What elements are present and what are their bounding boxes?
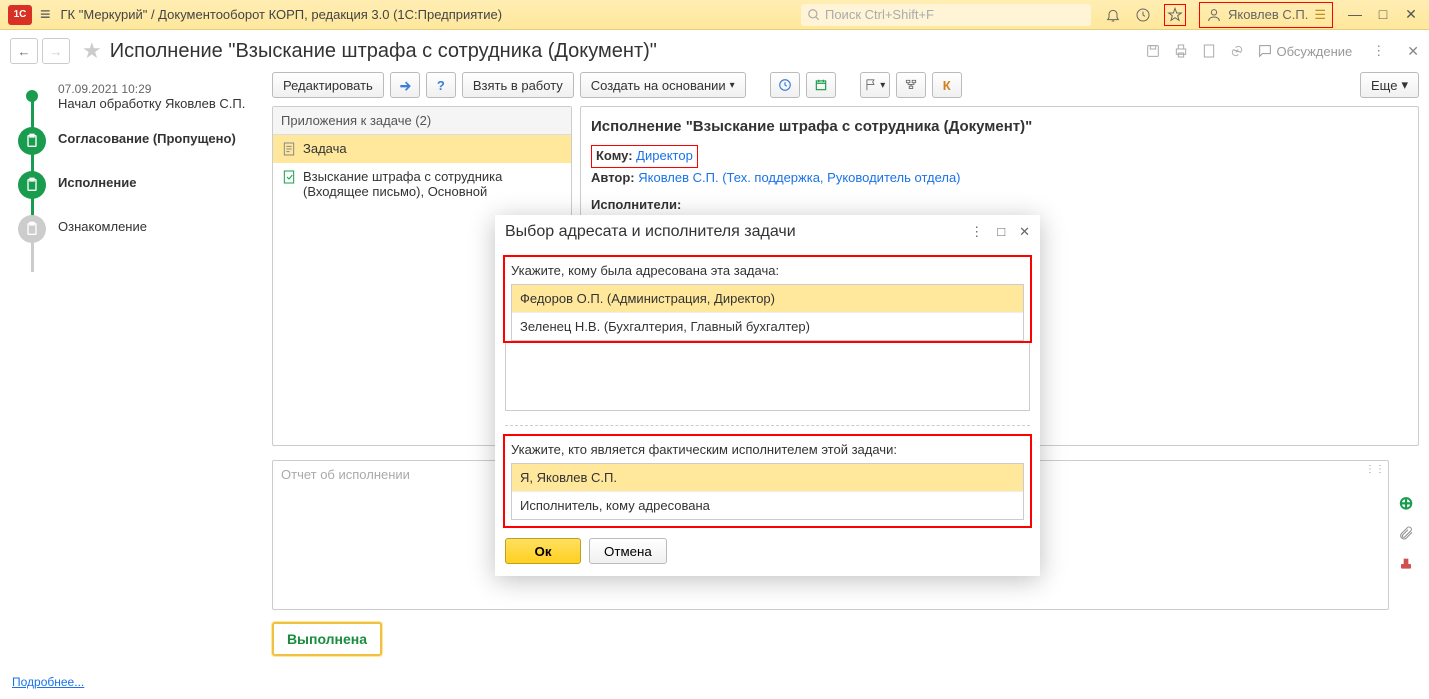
user-area[interactable]: Яковлев С.П. ☰ [1199,2,1333,28]
review-icon [18,215,46,243]
timeline-step1-label: Согласование (Пропущено) [58,127,236,155]
approval-icon [18,127,46,155]
ok-button[interactable]: Ок [505,538,581,564]
attachment-label-1: Взыскание штрафа с сотрудника (Входящее … [303,169,563,199]
timeline-step2-label: Исполнение [58,171,136,199]
bell-icon[interactable] [1105,7,1121,23]
timeline-start-text: Начал обработку Яковлев С.П. [58,96,245,111]
attachment-row-doc[interactable]: Взыскание штрафа с сотрудника (Входящее … [273,163,571,205]
add-icon[interactable]: ⊕ [1395,492,1417,514]
document-in-icon [281,169,297,185]
report-placeholder: Отчет об исполнении [281,467,410,482]
executor-row-1[interactable]: Исполнитель, кому адресована [512,492,1023,519]
timeline-start-date: 07.09.2021 10:29 [58,82,245,96]
user-icon [1206,7,1222,23]
performers-label: Исполнители: [591,195,1408,216]
to-row: Кому: Директор [591,145,698,168]
forward-arrow-button[interactable] [390,72,420,98]
addressee-row-1[interactable]: Зеленец Н.В. (Бухгалтерия, Главный бухга… [512,313,1023,340]
to-link[interactable]: Директор [636,148,693,163]
author-link[interactable]: Яковлев С.П. (Тех. поддержка, Руководите… [638,170,960,185]
titlebar-icons: Яковлев С.П. ☰ [1105,2,1333,28]
favorite-star-icon[interactable]: ★ [82,38,102,64]
modal-section1-label: Укажите, кому была адресована эта задача… [511,263,1024,278]
equals-icon[interactable]: ☰ [1314,7,1326,23]
modal-maximize-icon[interactable]: □ [997,224,1005,240]
calendar-button[interactable] [806,72,836,98]
attachments-list: Задача Взыскание штрафа с сотрудника (Вх… [273,135,571,205]
header-row: ← → ★ Исполнение "Взыскание штрафа с сот… [0,30,1429,72]
edit-button[interactable]: Редактировать [272,72,384,98]
attachments-header: Приложения к задаче (2) [273,107,571,135]
executors-list: Я, Яковлев С.П. Исполнитель, кому адресо… [511,463,1024,520]
page-title: Исполнение "Взыскание штрафа с сотрудник… [110,40,657,63]
timeline-step-3[interactable]: Ознакомление [18,215,254,243]
search-placeholder: Поиск Ctrl+Shift+F [825,7,934,22]
author-label: Автор: [591,170,635,185]
modal-header: Выбор адресата и исполнителя задачи ⋮ □ … [495,215,1040,249]
modal-body: Укажите, кому была адресована эта задача… [495,249,1040,538]
app-title: ГК "Меркурий" / Документооборот КОРП, ре… [61,7,503,22]
history-icon[interactable] [1135,7,1151,23]
executor-row-0[interactable]: Я, Яковлев С.П. [512,464,1023,492]
addressees-empty-space [505,341,1030,411]
modal-close-icon[interactable]: ✕ [1019,224,1030,240]
author-row: Автор: Яковлев С.П. (Тех. поддержка, Рук… [591,168,1408,189]
timeline-step3-label: Ознакомление [58,215,147,243]
stamp-icon[interactable] [1395,552,1417,574]
more-button[interactable]: Еще▾ [1360,72,1419,98]
timeline-step-2[interactable]: Исполнение [18,171,254,199]
modal-section2-label: Укажите, кто является фактическим исполн… [511,442,1024,457]
page-close-icon[interactable]: ✕ [1407,43,1419,60]
attachment-row-task[interactable]: Задача [273,135,571,163]
addressees-list: Федоров О.П. (Администрация, Директор) З… [511,284,1024,341]
close-button[interactable]: ✕ [1401,6,1421,23]
star-icon[interactable] [1165,5,1185,25]
nav-back-button[interactable]: ← [10,38,38,64]
task-icon [281,141,297,157]
cancel-button[interactable]: Отмена [589,538,667,564]
addressee-row-0[interactable]: Федоров О.П. (Администрация, Директор) [512,285,1023,313]
question-button[interactable]: ? [426,72,456,98]
nav-forward-button[interactable]: → [42,38,70,64]
logo-1c: 1C [8,5,32,25]
report-sidebar: ⊕ [1395,446,1417,574]
select-addressee-modal: Выбор адресата и исполнителя задачи ⋮ □ … [495,215,1040,576]
execution-icon [18,171,46,199]
timeline-step-1[interactable]: Согласование (Пропущено) [18,127,254,155]
modal-kebab-icon[interactable]: ⋮ [970,224,983,240]
done-button[interactable]: Выполнена [272,622,382,656]
divider [505,425,1030,426]
save-icon[interactable] [1145,43,1161,59]
resize-handle-icon[interactable]: ⋮⋮ [1365,464,1385,475]
maximize-button[interactable]: □ [1373,6,1393,23]
titlebar: 1C ≡ ГК "Меркурий" / Документооборот КОР… [0,0,1429,30]
attach-icon[interactable] [1395,522,1417,544]
k-button[interactable]: К [932,72,962,98]
window-controls: — □ ✕ [1345,6,1421,23]
timeline-sidebar: 07.09.2021 10:29 Начал обработку Яковлев… [0,72,262,699]
create-base-button[interactable]: Создать на основании▾ [580,72,746,98]
minimize-button[interactable]: — [1345,6,1365,23]
link-icon[interactable] [1229,43,1245,59]
print-icon[interactable] [1173,43,1189,59]
modal-footer: Ок Отмена [495,538,1040,576]
details-link[interactable]: Подробнее... [12,675,84,689]
take-work-button[interactable]: Взять в работу [462,72,574,98]
modal-title: Выбор адресата и исполнителя задачи [505,223,970,241]
kebab-icon[interactable]: ⋮ [1372,43,1385,59]
timeline-start: 07.09.2021 10:29 Начал обработку Яковлев… [18,82,254,111]
attachment-label-0: Задача [303,141,347,156]
flag-button[interactable]: ▾ [860,72,890,98]
toolbar: Редактировать ? Взять в работу Создать н… [272,72,1419,98]
user-name: Яковлев С.П. [1228,7,1308,22]
details-title: Исполнение "Взыскание штрафа с сотрудник… [591,115,1408,139]
to-label: Кому: [596,148,633,163]
hamburger-icon[interactable]: ≡ [40,4,51,25]
tree-button[interactable] [896,72,926,98]
document-icon[interactable] [1201,43,1217,59]
search-input[interactable]: Поиск Ctrl+Shift+F [801,4,1091,26]
discuss-button[interactable]: Обсуждение [1257,43,1353,59]
clock-button[interactable] [770,72,800,98]
